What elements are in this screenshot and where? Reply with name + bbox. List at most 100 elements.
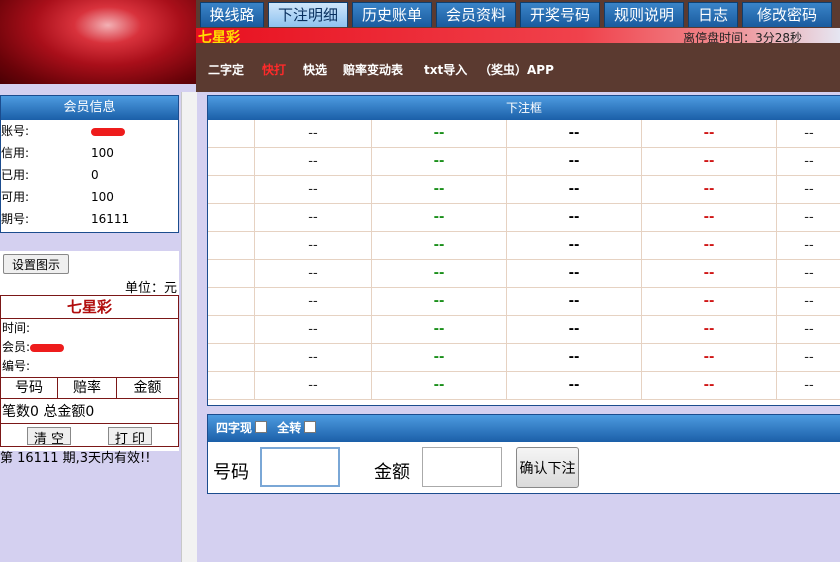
bet-cell[interactable]: -- [777, 260, 840, 287]
bet-cell[interactable]: -- [507, 288, 642, 315]
menu-quick-bet[interactable]: 快打 [262, 61, 286, 78]
bet-cell[interactable]: -- [777, 176, 840, 203]
bet-cell[interactable]: -- [255, 148, 372, 175]
four-digit-checkbox[interactable] [255, 421, 268, 433]
tab-log[interactable]: 日志 [688, 2, 738, 27]
bet-cell[interactable]: -- [642, 176, 777, 203]
bet-cell[interactable]: -- [372, 204, 507, 231]
bet-type-menu: 二字定 快打 快选 赔率变动表 txt导入 （奖虫）APP [196, 43, 840, 92]
bet-cell[interactable]: -- [255, 260, 372, 287]
tab-history-bill[interactable]: 历史账单 [352, 2, 432, 27]
left-scrollbar[interactable] [181, 92, 197, 562]
clear-button[interactable]: 清 空 [27, 427, 71, 447]
bet-cell[interactable]: -- [507, 232, 642, 259]
tab-change-password[interactable]: 修改密码 [742, 2, 832, 27]
tab-draw-numbers[interactable]: 开奖号码 [520, 2, 600, 27]
bet-cell[interactable]: -- [642, 344, 777, 371]
member-row-used: 已用: 0 [1, 168, 99, 182]
bet-cell[interactable]: -- [777, 204, 840, 231]
all-rotate-checkbox[interactable] [304, 421, 317, 433]
bet-cell[interactable]: -- [642, 288, 777, 315]
bet-cell[interactable]: -- [777, 344, 840, 371]
bet-cell[interactable]: -- [777, 316, 840, 343]
bet-cell[interactable]: -- [777, 372, 840, 399]
bet-cell[interactable]: -- [777, 120, 840, 147]
slip-col-odds: 赔率 [58, 378, 117, 399]
bet-cell[interactable]: -- [777, 288, 840, 315]
bet-row: -- -- -- -- -- [208, 372, 840, 400]
bet-cell[interactable]: -- [642, 316, 777, 343]
code-input[interactable] [260, 447, 340, 487]
member-info-title: 会员信息 [1, 96, 178, 120]
bet-cell [208, 260, 255, 287]
confirm-bet-button[interactable]: 确认下注 [516, 447, 579, 488]
menu-txt-import[interactable]: txt导入 [424, 61, 467, 78]
bet-row: -- -- -- -- -- [208, 288, 840, 316]
bet-cell[interactable]: -- [642, 260, 777, 287]
slip-columns: 号码 赔率 金额 [1, 377, 178, 399]
bet-cell[interactable]: -- [372, 260, 507, 287]
logo-banner [0, 0, 196, 84]
tab-bet-details[interactable]: 下注明细 [268, 2, 348, 27]
bet-cell[interactable]: -- [507, 372, 642, 399]
bet-cell[interactable]: -- [255, 232, 372, 259]
bet-row: -- -- -- -- -- [208, 148, 840, 176]
bet-cell[interactable]: -- [372, 148, 507, 175]
bet-cell [208, 148, 255, 175]
bet-row: -- -- -- -- -- [208, 204, 840, 232]
bet-row: -- -- -- -- -- [208, 316, 840, 344]
bet-row: -- -- -- -- -- [208, 260, 840, 288]
bet-cell[interactable]: -- [255, 288, 372, 315]
menu-two-digit[interactable]: 二字定 [208, 61, 244, 78]
bet-cell[interactable]: -- [507, 148, 642, 175]
left-panel: 会员信息 账号: 信用: 100 已用: 0 可用: 100 期号: 16111… [0, 92, 181, 562]
menu-odds-change[interactable]: 赔率变动表 [343, 61, 403, 78]
bet-cell[interactable]: -- [372, 120, 507, 147]
bet-cell[interactable]: -- [777, 148, 840, 175]
bet-cell[interactable]: -- [372, 232, 507, 259]
bet-cell[interactable]: -- [255, 316, 372, 343]
four-digit-label: 四字现 [216, 421, 253, 435]
bet-cell[interactable]: -- [507, 120, 642, 147]
bet-cell[interactable]: -- [372, 316, 507, 343]
bet-cell[interactable]: -- [372, 288, 507, 315]
bet-cell[interactable]: -- [255, 204, 372, 231]
bet-input-panel: 四字现 全转 号码 金额 确认下注 [207, 414, 840, 494]
print-button[interactable]: 打 印 [108, 427, 152, 447]
bet-cell[interactable]: -- [372, 176, 507, 203]
amount-input[interactable] [422, 447, 502, 487]
bet-cell[interactable]: -- [642, 148, 777, 175]
tab-rules[interactable]: 规则说明 [604, 2, 684, 27]
member-row-period: 期号: 16111 [1, 212, 130, 226]
bet-cell[interactable]: -- [372, 344, 507, 371]
bet-cell[interactable]: -- [507, 176, 642, 203]
settings-button[interactable]: 设置图示 [3, 254, 69, 274]
bet-cell[interactable]: -- [642, 204, 777, 231]
bet-cell[interactable]: -- [255, 344, 372, 371]
banner-divider [0, 84, 196, 92]
bet-cell [208, 204, 255, 231]
bet-cell[interactable]: -- [642, 372, 777, 399]
bet-cell[interactable]: -- [255, 372, 372, 399]
bet-cell[interactable]: -- [777, 232, 840, 259]
bet-cell[interactable]: -- [507, 316, 642, 343]
menu-app[interactable]: （奖虫）APP [479, 61, 554, 78]
bet-grid: -- -- -- -- -- -- -- -- -- -- -- -- -- -- -- -- -- -- -- --… [208, 120, 840, 400]
validity-note: 第 16111 期,3天内有效!! [0, 451, 151, 466]
slip-col-number: 号码 [1, 378, 58, 399]
bet-cell[interactable]: -- [642, 232, 777, 259]
member-row-credit: 信用: 100 [1, 146, 114, 160]
bet-cell[interactable]: -- [642, 120, 777, 147]
bet-cell[interactable]: -- [255, 120, 372, 147]
bet-row: -- -- -- -- -- [208, 344, 840, 372]
bet-cell[interactable]: -- [507, 204, 642, 231]
tab-member-profile[interactable]: 会员资料 [436, 2, 516, 27]
menu-quick-select[interactable]: 快选 [303, 61, 327, 78]
tab-switch-line[interactable]: 换线路 [200, 2, 264, 27]
bet-cell[interactable]: -- [372, 372, 507, 399]
bet-cell [208, 316, 255, 343]
bet-cell[interactable]: -- [507, 260, 642, 287]
bet-cell[interactable]: -- [255, 176, 372, 203]
bet-cell[interactable]: -- [507, 344, 642, 371]
redacted-mark [30, 343, 65, 352]
